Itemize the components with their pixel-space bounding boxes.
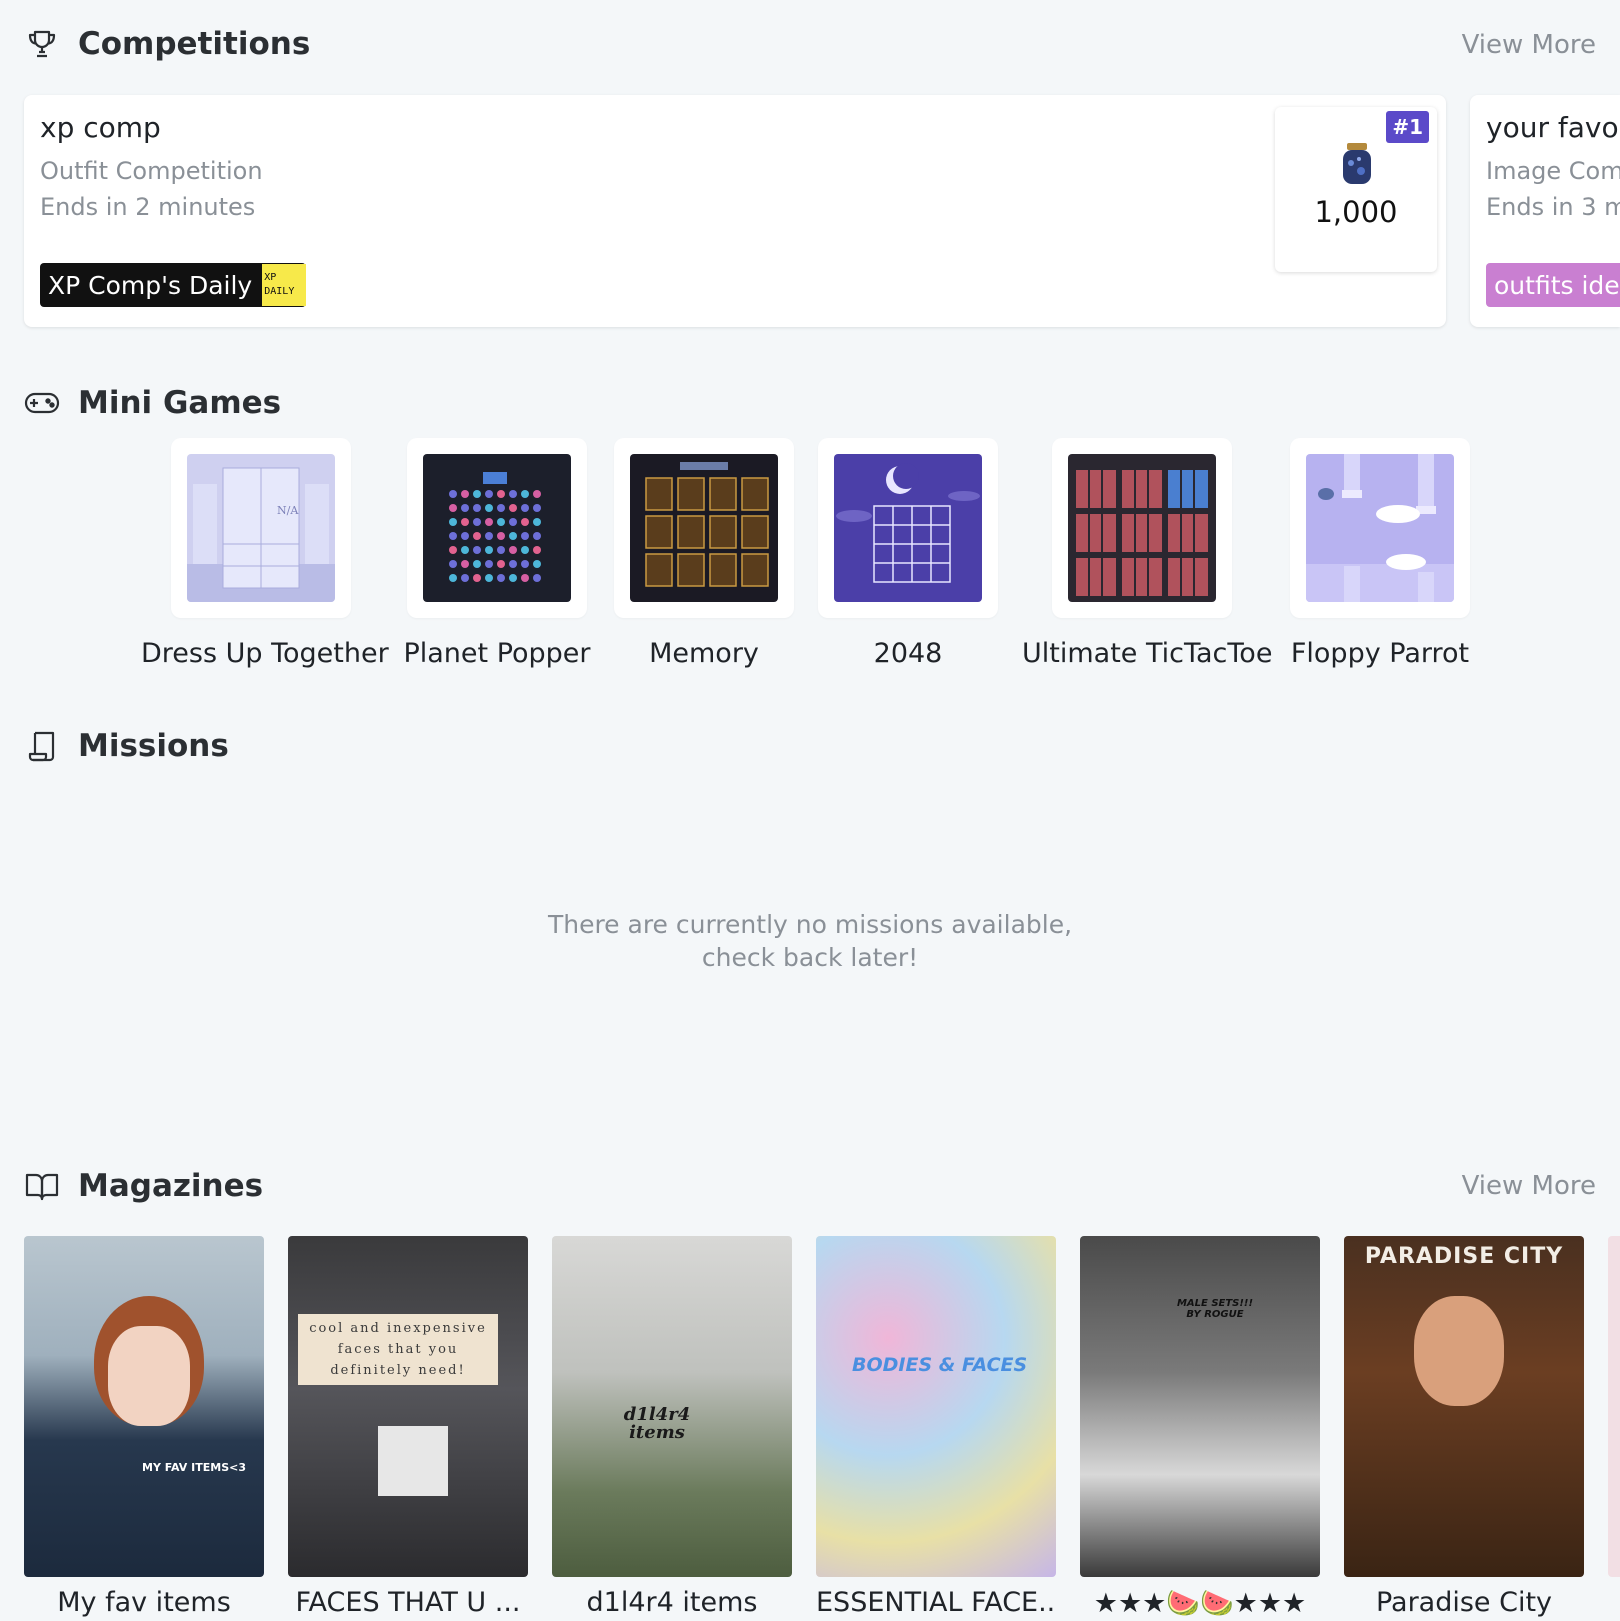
- magazine-item[interactable]: BODIES & FACES ESSENTIAL FACE...: [816, 1236, 1056, 1618]
- 2048-image: [834, 454, 982, 602]
- magazines-view-more-link[interactable]: View More: [1462, 1171, 1596, 1201]
- game-thumbnail[interactable]: [407, 438, 587, 618]
- game-thumbnail[interactable]: [614, 438, 794, 618]
- competition-card[interactable]: xp comp Outfit Competition Ends in 2 min…: [24, 95, 1446, 327]
- cover-text-repeat: [852, 1376, 859, 1398]
- xp-daily-badge: XP DAILY: [262, 264, 307, 306]
- missions-empty-message: There are currently no missions availabl…: [547, 910, 1073, 972]
- magazine-item[interactable]: MALE SETS!!! BY ROGUE ★★★🍉🍉★★★: [1080, 1236, 1320, 1619]
- competition-type: Outfit Competition: [40, 157, 263, 185]
- game-thumbnail[interactable]: [1290, 438, 1470, 618]
- svg-text:N/A: N/A: [277, 504, 299, 517]
- section-title: Missions: [78, 728, 229, 764]
- competition-card[interactable]: your favou Image Comp Ends in 3 m outfit…: [1470, 95, 1620, 327]
- magazine-item[interactable]: cool and inexpensive faces that you defi…: [288, 1236, 528, 1618]
- rank-badge: #1: [1386, 111, 1429, 143]
- competition-deadline: Ends in 2 minutes: [40, 193, 256, 221]
- magazine-title: ★★★🍉🍉★★★: [1093, 1588, 1307, 1619]
- cover-text: MALE SETS!!! BY ROGUE: [1176, 1298, 1254, 1320]
- competition-tag[interactable]: outfits idea: [1486, 263, 1620, 307]
- competition-tag[interactable]: XP Comp's Daily XP DAILY: [40, 263, 307, 307]
- competition-title: xp comp: [40, 111, 161, 144]
- magazine-item[interactable]: MY FAV ITEMS<3 My fav items: [24, 1236, 264, 1618]
- planet-popper-image: [423, 454, 571, 602]
- open-book-icon: [24, 1168, 60, 1204]
- magazines-header: Magazines: [24, 1168, 263, 1204]
- trophy-icon: [24, 26, 60, 62]
- game-label: Planet Popper: [403, 638, 591, 669]
- game-tile-floppy-parrot[interactable]: Floppy Parrot: [1260, 438, 1500, 669]
- magazine-cover[interactable]: MY FAV ITEMS<3: [24, 1236, 264, 1577]
- cover-text: BODIES & FACES: [852, 1354, 1028, 1376]
- floppy-parrot-image: [1306, 454, 1454, 602]
- game-tile-planet-popper[interactable]: Planet Popper: [377, 438, 617, 669]
- cover-text: MY FAV ITEMS<3: [142, 1461, 246, 1474]
- mini-games-header: Mini Games: [24, 385, 281, 421]
- magazine-cover[interactable]: BODIES & FACES: [816, 1236, 1056, 1577]
- tictactoe-image: [1068, 454, 1216, 602]
- cover-text: PARADISE CITY: [1364, 1244, 1564, 1269]
- competition-deadline: Ends in 3 m: [1486, 193, 1620, 221]
- magazine-title: Paradise City: [1375, 1587, 1553, 1618]
- game-tile-ultimate-tictactoe[interactable]: Ultimate TicTacToe: [1022, 438, 1273, 669]
- section-title: Mini Games: [78, 385, 282, 421]
- competitions-view-more-link[interactable]: View More: [1462, 30, 1596, 60]
- cover-text: d1l4r4 items: [623, 1404, 691, 1443]
- memory-image: [630, 454, 778, 602]
- competitions-header: Competitions: [24, 26, 310, 62]
- game-label: Dress Up Together: [141, 638, 389, 669]
- section-title: Competitions: [78, 26, 311, 62]
- scroll-icon: [24, 728, 60, 764]
- gamepad-icon: [24, 385, 60, 421]
- cover-text: cool and inexpensive faces that you defi…: [298, 1314, 498, 1385]
- magazine-item[interactable]: d1l4r4 items d1l4r4 items: [552, 1236, 792, 1618]
- wardrobe-image: N/A: [187, 454, 335, 602]
- magazine-title: My fav items: [57, 1587, 231, 1618]
- magazine-title: d1l4r4 items: [586, 1587, 758, 1618]
- jar-icon: [1339, 141, 1375, 191]
- prize-box: #1 1,000: [1275, 107, 1437, 272]
- game-label: 2048: [873, 638, 943, 669]
- magazine-item[interactable]: PARADISE CITY Paradise City: [1344, 1236, 1584, 1618]
- magazine-cover[interactable]: d1l4r4 items: [552, 1236, 792, 1577]
- tag-label: XP Comp's Daily: [48, 270, 253, 300]
- magazine-title: ESSENTIAL FACE...: [816, 1587, 1056, 1618]
- game-tile-dress-up-together[interactable]: N/A Dress Up Together: [141, 438, 389, 669]
- game-thumbnail[interactable]: [1052, 438, 1232, 618]
- game-label: Floppy Parrot: [1290, 638, 1470, 669]
- magazine-cover[interactable]: PARADISE CITY: [1344, 1236, 1584, 1577]
- magazine-cover[interactable]: MALE SETS!!! BY ROGUE: [1080, 1236, 1320, 1577]
- magazine-title: FACES THAT U ...: [295, 1587, 521, 1618]
- game-thumbnail[interactable]: N/A: [171, 438, 351, 618]
- magazine-cover-partial[interactable]: [1608, 1236, 1620, 1577]
- game-tile-2048[interactable]: 2048: [788, 438, 1028, 669]
- competition-title: your favou: [1486, 111, 1620, 144]
- game-thumbnail[interactable]: [818, 438, 998, 618]
- missions-header: Missions: [24, 728, 229, 764]
- magazine-cover[interactable]: cool and inexpensive faces that you defi…: [288, 1236, 528, 1577]
- prize-amount: 1,000: [1314, 195, 1398, 229]
- game-label: Ultimate TicTacToe: [1022, 638, 1273, 669]
- section-title: Magazines: [78, 1168, 264, 1204]
- competition-type: Image Comp: [1486, 157, 1620, 185]
